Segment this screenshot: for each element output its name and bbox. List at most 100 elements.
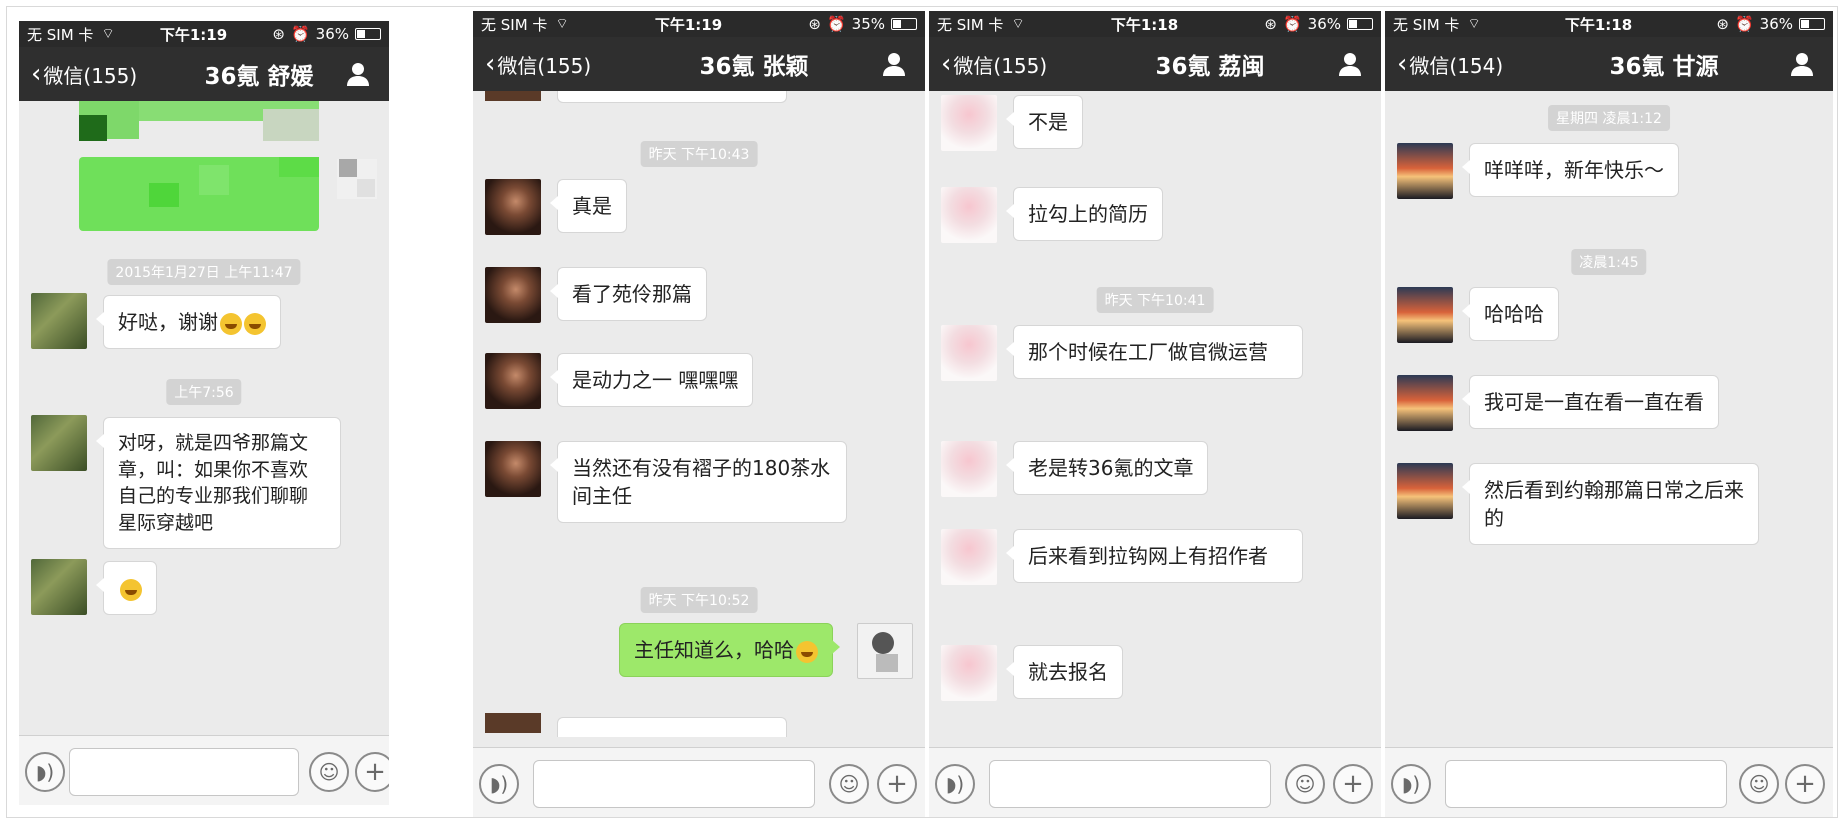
message-bubble[interactable]: 咩咩咩，新年快乐～	[1462, 143, 1679, 197]
plus-icon: +	[1794, 769, 1816, 799]
avatar[interactable]	[941, 325, 997, 381]
avatar[interactable]	[941, 441, 997, 497]
contact-profile-icon[interactable]	[1789, 51, 1815, 77]
avatar[interactable]	[485, 353, 541, 409]
message-input[interactable]	[989, 760, 1271, 808]
message-input[interactable]	[1445, 760, 1727, 808]
message-bubble[interactable]: 哈哈哈	[1462, 287, 1559, 341]
message-input[interactable]	[533, 760, 815, 808]
message-bubble[interactable]: 主任知道么，哈哈	[619, 623, 840, 677]
message-text: 然后看到约翰那篇日常之后来的	[1484, 478, 1744, 530]
message-bubble[interactable]: 后来看到拉钩网上有招作者	[1006, 529, 1303, 583]
message-text: 好哒，谢谢	[118, 310, 218, 334]
more-button[interactable]: +	[1333, 764, 1373, 804]
back-button[interactable]: ‹ 微信(155)	[929, 50, 1079, 79]
avatar[interactable]	[941, 95, 997, 151]
message-bubble[interactable]: 当然还有没有褶子的180茶水间主任	[550, 441, 847, 523]
contact-profile-icon[interactable]	[881, 51, 907, 77]
avatar[interactable]	[941, 645, 997, 701]
message-bubble[interactable]: 看了苑伶那篇	[550, 267, 707, 321]
nav-bar: ‹ 微信(155) 36氪 舒媛	[19, 47, 389, 101]
back-button[interactable]: ‹ 微信(154)	[1385, 50, 1535, 79]
nav-bar: ‹ 微信(155) 36氪 张颖	[473, 37, 925, 91]
message-bubble[interactable]: 就去报名	[1006, 645, 1123, 699]
message-list[interactable]: 星期四 凌晨1:12 咩咩咩，新年快乐～ 凌晨1:45 哈哈哈 我可是一直在看一…	[1385, 91, 1833, 747]
message-bubble[interactable]: 拉勾上的简历	[1006, 187, 1163, 241]
avatar[interactable]	[1397, 463, 1453, 519]
avatar[interactable]	[485, 267, 541, 323]
chat-title: 36氪 张颖	[699, 54, 809, 80]
avatar[interactable]	[485, 441, 541, 497]
message-text: 当然还有没有褶子的180茶水间主任	[572, 456, 831, 508]
message-bubble[interactable]	[96, 561, 157, 615]
timestamp: 昨天 下午10:43	[640, 141, 758, 167]
message-bubble[interactable]	[557, 91, 787, 103]
avatar[interactable]	[941, 529, 997, 585]
kiss-emoji-icon	[244, 312, 266, 335]
avatar[interactable]	[941, 187, 997, 243]
message-list[interactable]: 昨天 下午10:43 真是 看了苑伶那篇 是动力之一 嘿嘿嘿 当然还有没有褶子的…	[473, 91, 925, 747]
emoji-button[interactable]: ☺	[309, 752, 349, 792]
voice-icon: ◗)	[35, 760, 55, 784]
alarm-icon: ⏰	[1282, 15, 1302, 33]
more-button[interactable]: +	[877, 764, 917, 804]
avatar[interactable]	[1397, 287, 1453, 343]
nav-bar: ‹ 微信(154) 36氪 甘源	[1385, 37, 1833, 91]
message-text: 后来看到拉钩网上有招作者	[1028, 544, 1268, 568]
avatar[interactable]	[1397, 143, 1453, 199]
message-text: 老是转36氪的文章	[1028, 456, 1194, 480]
voice-button[interactable]: ◗)	[25, 752, 65, 792]
message-bubble[interactable]: 对呀，就是四爷那篇文章，叫：如果你不喜欢自己的专业那我们聊聊星际穿越吧	[96, 417, 341, 550]
back-button[interactable]: ‹ 微信(155)	[473, 50, 623, 79]
message-bubble[interactable]: 那个时候在工厂做官微运营	[1006, 325, 1303, 379]
battery-percent: 36%	[1759, 15, 1793, 33]
avatar[interactable]	[31, 559, 87, 615]
message-input[interactable]	[69, 748, 299, 796]
carrier-label: 无 SIM 卡	[1393, 15, 1460, 34]
plus-icon: +	[886, 769, 908, 799]
input-bar: ◗) ☺ +	[19, 735, 389, 805]
voice-button[interactable]: ◗)	[935, 764, 975, 804]
clock: 下午1:19	[159, 25, 228, 44]
message-text: 那个时候在工厂做官微运营	[1028, 340, 1268, 364]
message-bubble[interactable]: 我可是一直在看一直在看	[1462, 375, 1719, 429]
emoji-button[interactable]: ☺	[829, 764, 869, 804]
avatar[interactable]	[1397, 375, 1453, 431]
battery-icon	[891, 18, 917, 30]
chevron-left-icon: ‹	[31, 59, 42, 89]
message-text: 拉勾上的简历	[1028, 202, 1148, 226]
message-list[interactable]: 2015年1月27日 上午11:47 好哒，谢谢 上午7:56 对呀，就是四爷那…	[19, 101, 389, 735]
image-message[interactable]	[79, 157, 319, 231]
more-button[interactable]: +	[1785, 764, 1825, 804]
message-row: 好哒，谢谢	[19, 293, 389, 353]
message-list[interactable]: 不是 拉勾上的简历 昨天 下午10:41 那个时候在工厂做官微运营 老是转36氪…	[929, 91, 1381, 747]
message-bubble[interactable]: 真是	[550, 179, 627, 233]
message-bubble[interactable]: 好哒，谢谢	[96, 295, 281, 349]
message-bubble[interactable]	[557, 717, 787, 737]
battery-percent: 36%	[315, 25, 349, 43]
avatar[interactable]	[31, 415, 87, 471]
back-label: 微信(155)	[953, 53, 1048, 78]
image-message[interactable]	[79, 101, 319, 141]
message-bubble[interactable]: 是动力之一 嘿嘿嘿	[549, 353, 754, 407]
timestamp: 凌晨1:45	[1571, 249, 1647, 275]
emoji-button[interactable]: ☺	[1739, 764, 1779, 804]
avatar[interactable]	[31, 293, 87, 349]
avatar[interactable]	[857, 623, 913, 679]
avatar[interactable]	[485, 179, 541, 235]
message-bubble[interactable]: 不是	[1006, 95, 1083, 149]
more-button[interactable]: +	[355, 752, 389, 792]
contact-profile-icon[interactable]	[1337, 51, 1363, 77]
contact-profile-icon[interactable]	[345, 61, 371, 87]
voice-button[interactable]: ◗)	[479, 764, 519, 804]
wifi-icon: ⌔	[1011, 16, 1025, 32]
alarm-icon: ⏰	[1734, 15, 1754, 33]
wifi-icon: ⌔	[101, 26, 115, 42]
clock: 下午1:18	[1564, 15, 1633, 34]
emoji-button[interactable]: ☺	[1285, 764, 1325, 804]
message-bubble[interactable]: 老是转36氪的文章	[1005, 441, 1209, 495]
message-text: 不是	[1028, 110, 1068, 134]
message-bubble[interactable]: 然后看到约翰那篇日常之后来的	[1462, 463, 1759, 545]
back-button[interactable]: ‹ 微信(155)	[19, 60, 169, 89]
voice-button[interactable]: ◗)	[1391, 764, 1431, 804]
